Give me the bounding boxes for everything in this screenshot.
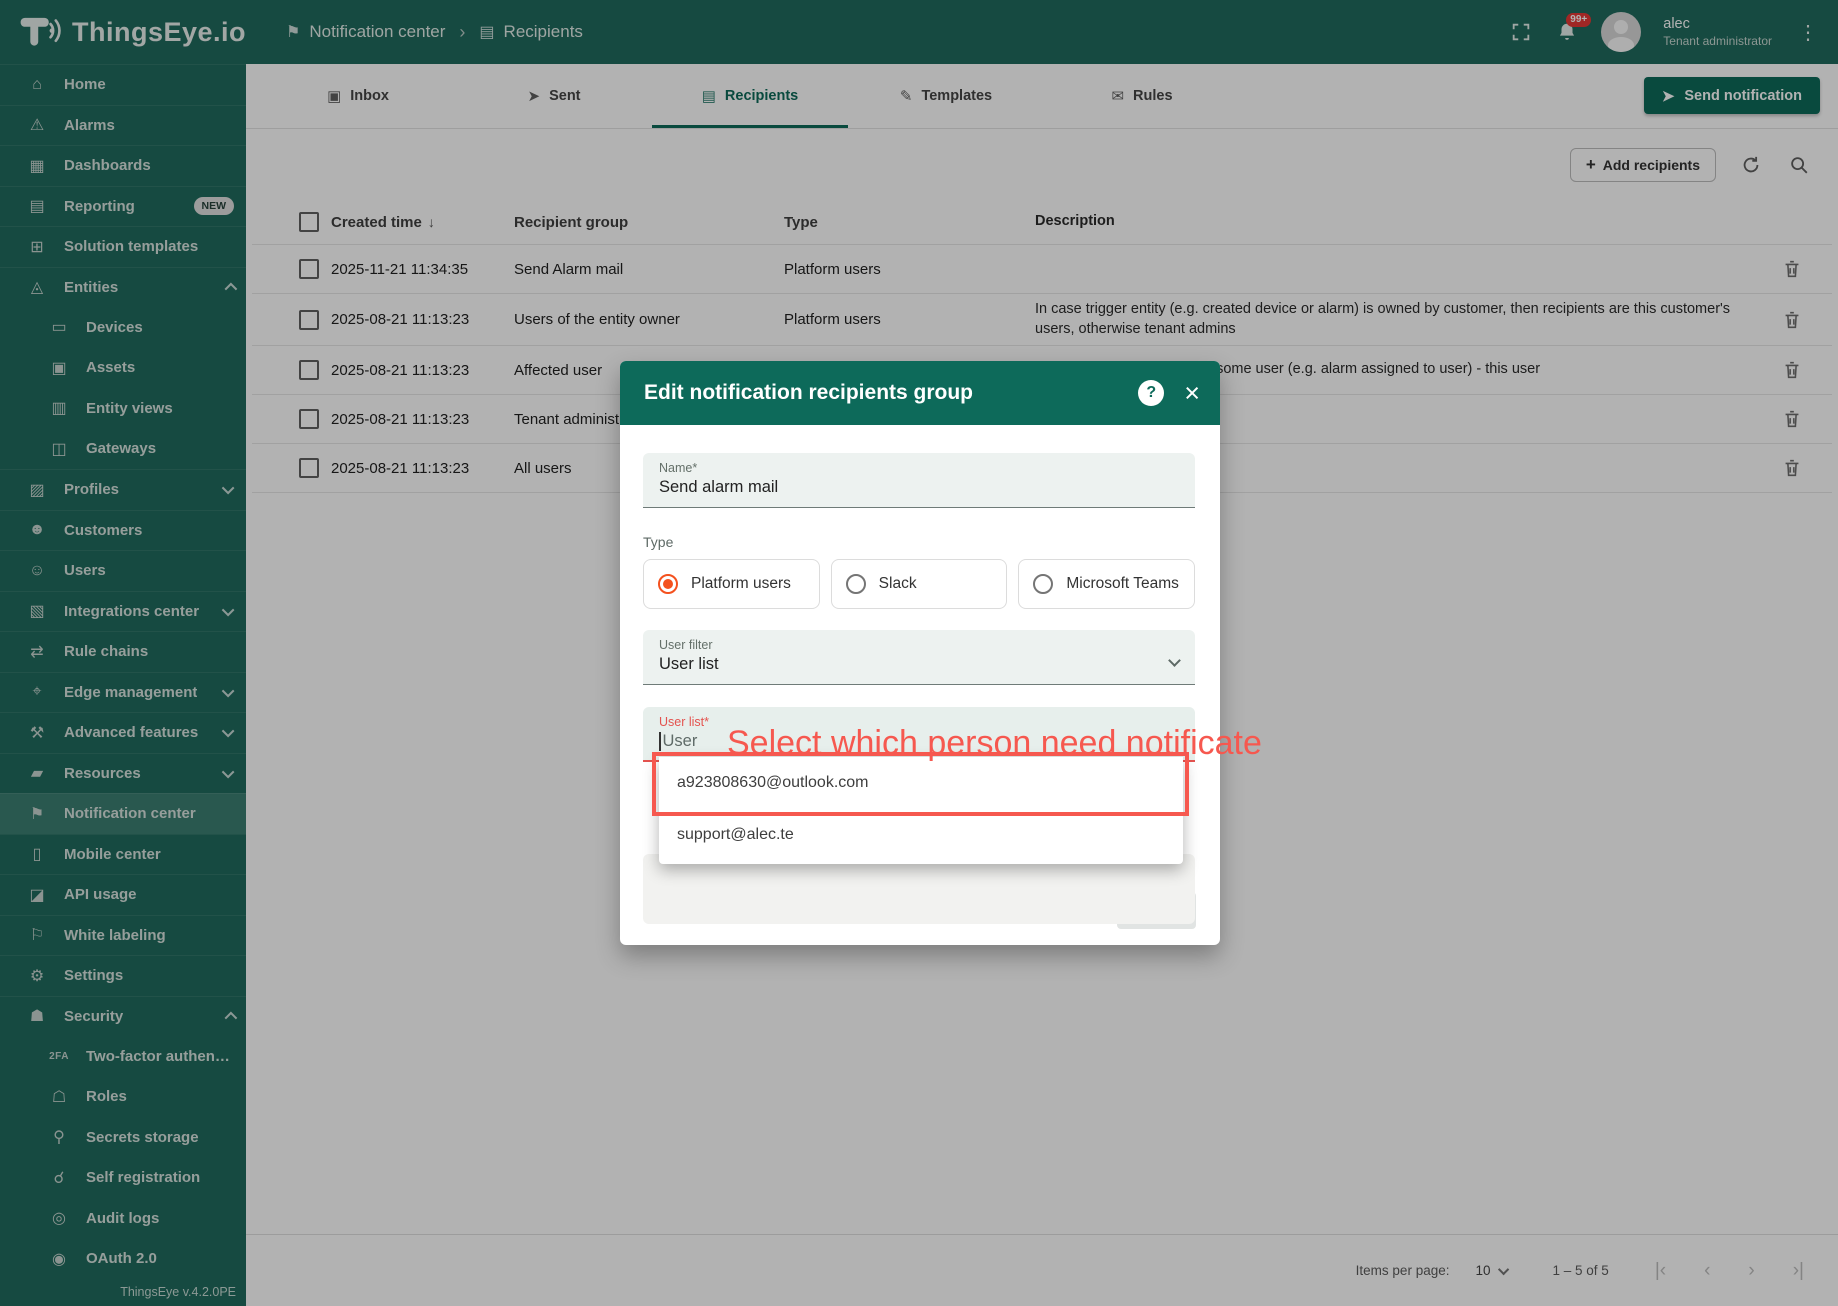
user-list-value: User xyxy=(662,732,698,750)
user-list-field[interactable]: User list* User xyxy=(643,707,1195,762)
type-option-slack[interactable]: Slack xyxy=(830,559,1008,609)
close-icon[interactable]: × xyxy=(1184,379,1200,407)
dialog-header: Edit notification recipients group ? × xyxy=(620,361,1220,425)
radio-unselected-icon xyxy=(1033,574,1054,594)
name-field[interactable]: Name* Send alarm mail xyxy=(643,453,1195,508)
dropdown-option-support-alec-te[interactable]: support@alec.te xyxy=(659,809,1183,861)
type-option-platform-users[interactable]: Platform users xyxy=(643,559,820,609)
type-option-label: Microsoft Teams xyxy=(1066,575,1179,592)
type-option-label: Platform users xyxy=(691,575,791,592)
radio-selected-icon xyxy=(658,574,678,594)
user-filter-value: User list xyxy=(659,655,719,673)
text-cursor xyxy=(659,732,661,751)
user-filter-label: User filter xyxy=(659,638,713,652)
name-field-value: Send alarm mail xyxy=(659,478,779,496)
dialog-title: Edit notification recipients group xyxy=(644,381,974,404)
type-option-microsoft-teams[interactable]: Microsoft Teams xyxy=(1018,559,1196,609)
help-icon[interactable]: ? xyxy=(1138,380,1165,406)
type-label: Type xyxy=(643,534,674,550)
type-option-label: Slack xyxy=(878,575,917,592)
user-list-label: User list* xyxy=(659,715,710,729)
user-autocomplete-dropdown: a923808630@outlook.com support@alec.te xyxy=(659,757,1183,864)
radio-unselected-icon xyxy=(845,574,866,594)
user-filter-select[interactable]: User filter User list xyxy=(643,630,1195,685)
dropdown-option-a923808630-outlook-com[interactable]: a923808630@outlook.com xyxy=(659,757,1183,809)
obscured-field xyxy=(643,854,1195,924)
name-field-label: Name* xyxy=(659,461,698,475)
